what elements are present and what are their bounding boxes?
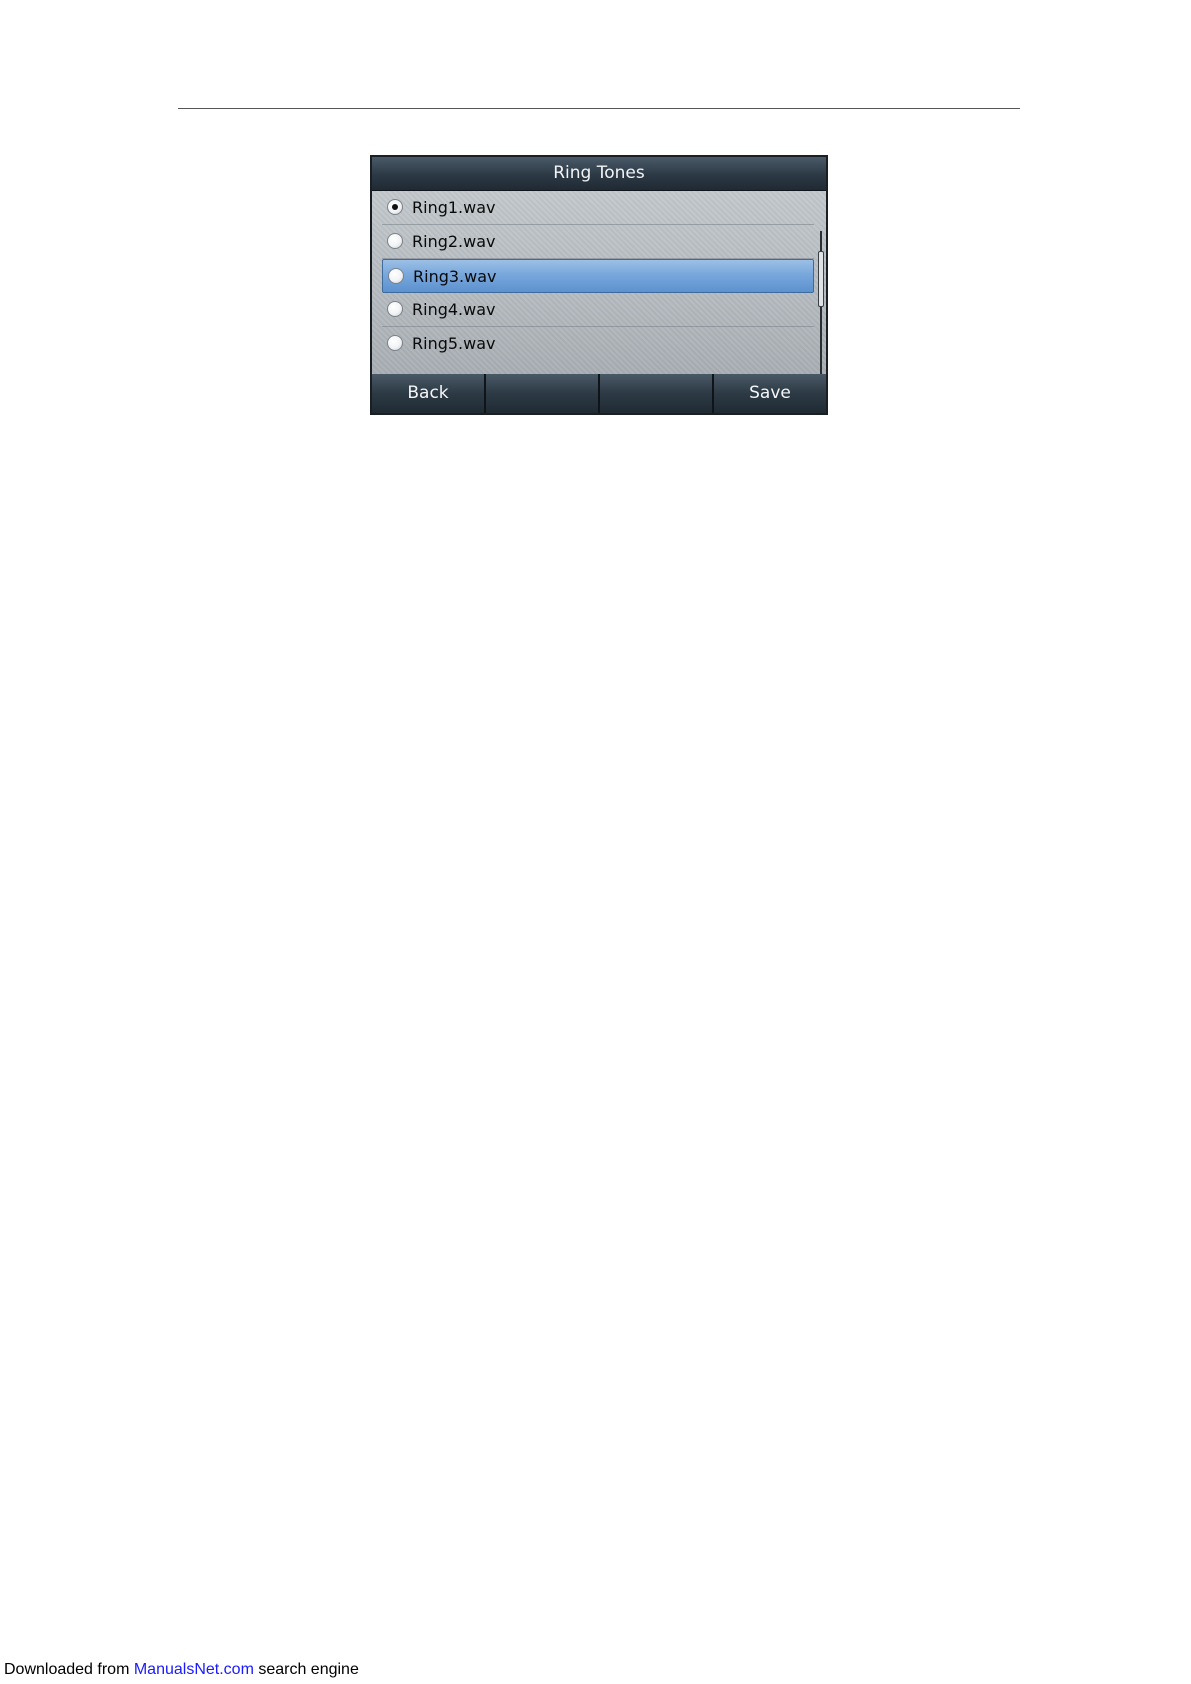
screen-title: Ring Tones [372, 157, 826, 191]
manualsnet-link[interactable]: ManualsNet.com [134, 1661, 254, 1678]
radio-unchecked-icon[interactable] [387, 233, 403, 249]
list-item-label: Ring1.wav [412, 198, 496, 217]
list-item-label: Ring2.wav [412, 232, 496, 251]
radio-checked-icon[interactable] [387, 199, 403, 215]
ring-tone-list: Ring1.wav Ring2.wav Ring3.wav Ring4.wav … [372, 191, 826, 403]
header-rule [178, 108, 1020, 109]
softkey-3[interactable] [600, 374, 712, 413]
phone-screen: Ring Tones Ring1.wav Ring2.wav Ring3.wav… [370, 155, 828, 415]
save-softkey[interactable]: Save [714, 374, 826, 413]
softkey-2[interactable] [486, 374, 598, 413]
back-softkey[interactable]: Back [372, 374, 484, 413]
list-item-label: Ring5.wav [412, 334, 496, 353]
download-footer: Downloaded from ManualsNet.com search en… [4, 1661, 359, 1679]
list-item-ring4[interactable]: Ring4.wav [382, 293, 814, 327]
footer-prefix: Downloaded from [4, 1661, 134, 1678]
footer-suffix: search engine [253, 1661, 359, 1678]
list-item-ring3[interactable]: Ring3.wav [382, 259, 814, 293]
radio-unchecked-icon[interactable] [388, 268, 404, 284]
list-item-ring5[interactable]: Ring5.wav [382, 327, 814, 361]
list-item-label: Ring4.wav [412, 300, 496, 319]
scrollbar-thumb[interactable] [818, 251, 824, 307]
radio-unchecked-icon[interactable] [387, 335, 403, 351]
list-item-label: Ring3.wav [413, 267, 497, 286]
softkey-bar: Back Save [372, 374, 826, 413]
radio-unchecked-icon[interactable] [387, 301, 403, 317]
list-item-ring2[interactable]: Ring2.wav [382, 225, 814, 259]
list-item-ring1[interactable]: Ring1.wav [382, 191, 814, 225]
